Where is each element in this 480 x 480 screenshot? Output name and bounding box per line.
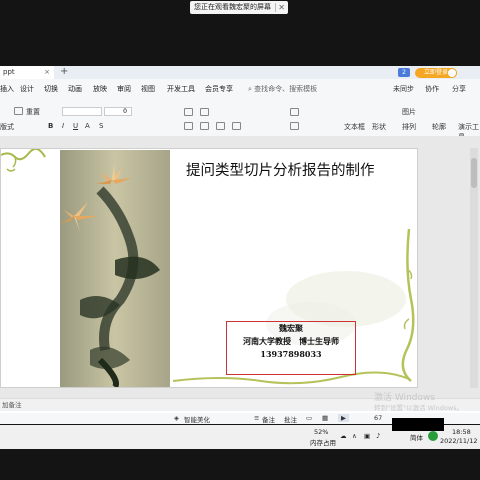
screen-share-banner: 您正在观看魏宏聚的屏幕 ✕ xyxy=(190,1,288,14)
notes-placeholder: 加备注 xyxy=(2,401,22,409)
notes-toggle-button[interactable]: 备注 xyxy=(262,414,275,424)
avatar[interactable] xyxy=(447,68,457,78)
onedrive-icon[interactable]: ☁ xyxy=(340,432,347,440)
memory-percent: 52% xyxy=(314,428,329,436)
justify-icon[interactable] xyxy=(232,122,241,130)
menu-item-transition[interactable]: 切换 xyxy=(44,84,58,94)
new-tab-icon[interactable]: + xyxy=(60,66,68,78)
italic-button[interactable]: I xyxy=(62,122,64,130)
tab-label: ppt xyxy=(3,68,15,76)
font-size-select[interactable]: 0 xyxy=(104,107,132,116)
bold-button[interactable]: B xyxy=(48,122,53,130)
menu-item-member[interactable]: 会员专享 xyxy=(205,84,233,94)
clock-time[interactable]: 18:58 xyxy=(452,428,471,436)
scrollbar-thumb[interactable] xyxy=(471,158,477,188)
align-center-icon[interactable] xyxy=(200,122,209,130)
vertical-scrollbar[interactable] xyxy=(470,148,478,388)
layout-button[interactable]: 版式 xyxy=(0,122,14,132)
menu-item-insert[interactable]: 插入 xyxy=(0,84,14,94)
menu-item-developer[interactable]: 开发工具 xyxy=(167,84,195,94)
wechat-icon[interactable] xyxy=(428,431,438,441)
menu-item-review[interactable]: 审阅 xyxy=(117,84,131,94)
author-name: 魏宏聚 xyxy=(279,323,303,333)
layout-icon xyxy=(14,107,23,115)
play-slideshow-icon[interactable]: ▶ xyxy=(338,414,349,422)
redaction-box xyxy=(392,418,444,431)
author-title: 河南大学教授 博士生导师 xyxy=(243,336,339,346)
picture-button[interactable]: 图片 xyxy=(402,107,416,117)
smart-art-icon[interactable] xyxy=(290,122,299,130)
outline-button[interactable]: 轮廓 xyxy=(432,122,446,132)
slide-title[interactable]: 提问类型切片分析报告的制作 xyxy=(186,159,375,180)
clock-date[interactable]: 2022/11/12 xyxy=(440,437,477,445)
author-phone: 13937898033 xyxy=(260,349,322,359)
sorter-view-icon[interactable]: ▦ xyxy=(322,414,328,422)
volume-icon[interactable]: ♪ xyxy=(376,432,380,440)
font-name-select[interactable] xyxy=(62,107,102,116)
ribbon-toolbar: 版式 重置 0 B I U A S 文本框 形状 排列 图片 轮廓 演示工具 xyxy=(0,98,480,141)
document-tab[interactable]: ppt × xyxy=(0,66,54,79)
font-color-button[interactable]: A xyxy=(85,122,90,130)
align-right-icon[interactable] xyxy=(216,122,225,130)
reset-button[interactable]: 重置 xyxy=(26,107,40,117)
menu-item-animation[interactable]: 动画 xyxy=(68,84,82,94)
notification-badge[interactable]: 2 xyxy=(398,68,410,77)
notes-icon: ≡ xyxy=(254,414,260,422)
close-icon[interactable]: ✕ xyxy=(278,1,285,14)
normal-view-icon[interactable]: ▭ xyxy=(306,414,312,422)
number-list-icon[interactable] xyxy=(200,108,209,116)
shape-button[interactable]: 形状 xyxy=(372,122,386,132)
align-left-icon[interactable] xyxy=(184,122,193,130)
menu-item-view[interactable]: 视图 xyxy=(141,84,155,94)
collaborate-button[interactable]: 协作 xyxy=(425,84,439,94)
command-search[interactable]: ⌕ 查找命令、搜索模板 xyxy=(248,84,317,94)
strikethrough-button[interactable]: S xyxy=(99,122,103,130)
author-info-box[interactable]: 魏宏聚 河南大学教授 博士生导师 13937898033 xyxy=(226,321,356,375)
sync-status[interactable]: 未同步 xyxy=(393,84,414,94)
divider xyxy=(275,3,276,12)
share-banner-text: 您正在观看魏宏聚的屏幕 xyxy=(194,3,271,11)
search-icon: ⌕ xyxy=(248,85,252,93)
menu-item-slideshow[interactable]: 放映 xyxy=(93,84,107,94)
activation-watermark-sub: 转到"设置"以激活 Windows。 xyxy=(374,404,464,412)
comment-button[interactable]: 批注 xyxy=(284,414,297,424)
arrange-button[interactable]: 排列 xyxy=(402,122,416,132)
ime-indicator[interactable]: 简体 xyxy=(410,432,423,442)
chevron-up-icon[interactable]: ∧ xyxy=(352,432,357,440)
network-icon[interactable]: ▣ xyxy=(364,432,370,440)
memory-label: 内存占用 xyxy=(310,439,336,447)
bullet-list-icon[interactable] xyxy=(184,108,193,116)
smart-beautify-button[interactable]: 智能美化 xyxy=(184,414,210,424)
menu-item-design[interactable]: 设计 xyxy=(20,84,34,94)
beautify-icon: ◈ xyxy=(174,414,179,422)
tab-close-icon[interactable]: × xyxy=(44,66,50,79)
text-direction-icon[interactable] xyxy=(290,108,299,116)
lotus-painting xyxy=(60,150,170,387)
title-bar: ppt × + 2 立即登录 xyxy=(0,66,480,79)
share-button[interactable]: 分享 xyxy=(452,84,466,94)
menu-bar: 插入 设计 切换 动画 放映 审阅 视图 开发工具 会员专享 ⌕ 查找命令、搜索… xyxy=(0,79,480,98)
zoom-level[interactable]: 67 xyxy=(374,414,382,422)
underline-button[interactable]: U xyxy=(73,122,78,130)
textbox-button[interactable]: 文本框 xyxy=(344,122,365,132)
search-placeholder: 查找命令、搜索模板 xyxy=(254,85,318,93)
